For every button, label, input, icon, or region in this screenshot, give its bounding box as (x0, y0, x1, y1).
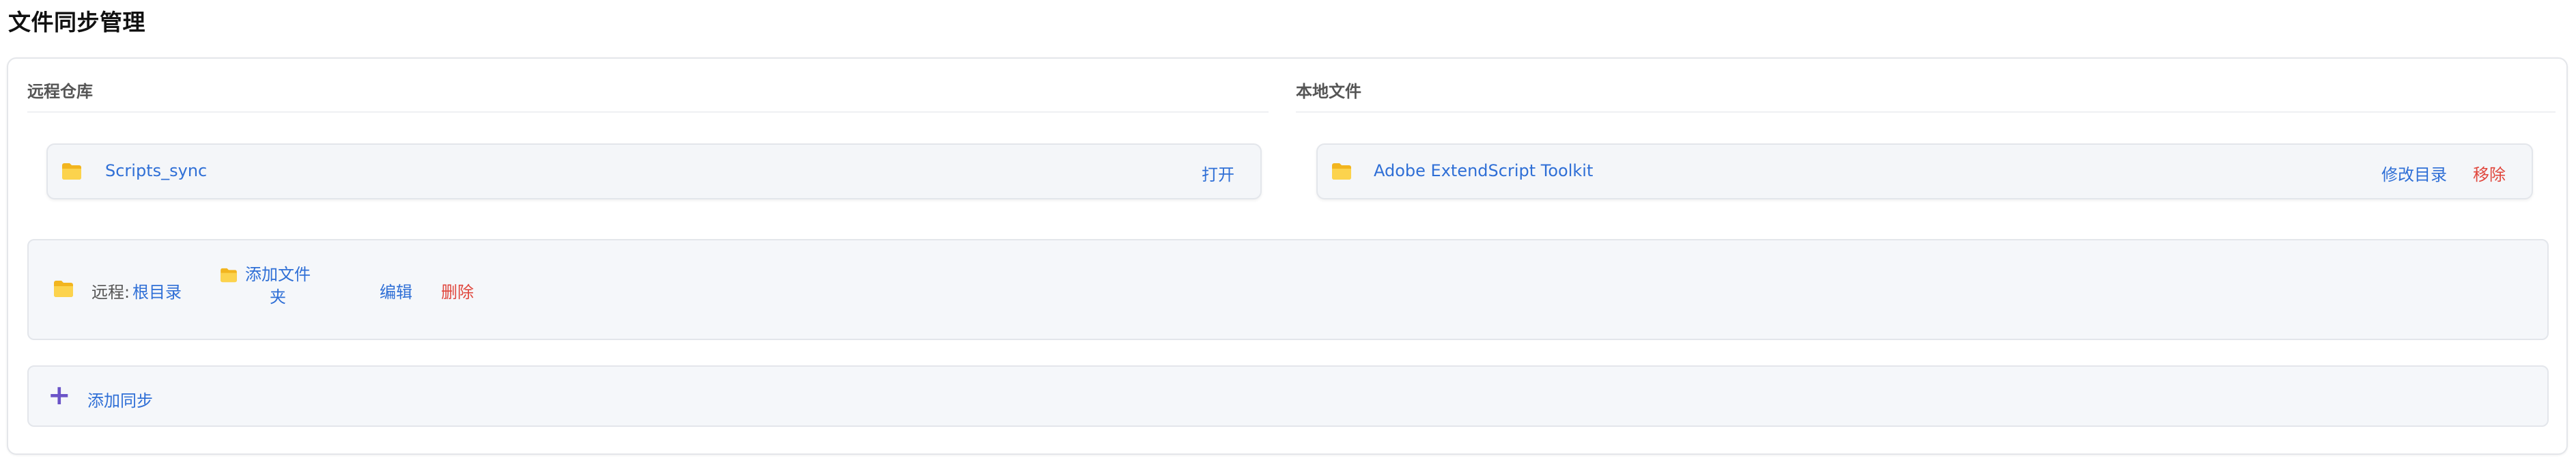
open-button[interactable]: 打开 (1202, 161, 1234, 185)
add-sync-button[interactable]: + 添加同步 (27, 365, 2549, 427)
folder-icon (53, 280, 74, 298)
page-title: 文件同步管理 (8, 9, 145, 36)
remote-path-link[interactable]: 根目录 (132, 279, 182, 303)
sync-panel: 远程仓库 本地文件 Scripts_sync 打开 Adobe ExtendSc… (7, 57, 2568, 455)
remote-prefix-label: 远程: (91, 283, 130, 302)
plus-icon: + (48, 380, 71, 411)
add-folder-button[interactable]: 添加文件夹 (240, 264, 315, 309)
edit-button[interactable]: 编辑 (380, 279, 412, 303)
folder-icon (220, 268, 238, 283)
local-section-header: 本地文件 (1296, 78, 2556, 113)
remove-button[interactable]: 移除 (2473, 161, 2506, 185)
local-folder-card: Adobe ExtendScript Toolkit 修改目录 移除 (1316, 143, 2533, 199)
remote-repo-card: Scripts_sync 打开 (46, 143, 1262, 199)
sync-item-row: 远程: 根目录 添加文件夹 编辑 删除 (27, 239, 2549, 340)
folder-icon (1331, 163, 1352, 180)
edit-directory-button[interactable]: 修改目录 (2381, 161, 2447, 185)
local-folder-name[interactable]: Adobe ExtendScript Toolkit (1374, 161, 1593, 180)
delete-button[interactable]: 删除 (441, 279, 474, 303)
folder-icon (61, 163, 82, 180)
add-sync-label: 添加同步 (87, 391, 153, 410)
remote-section-header: 远程仓库 (27, 78, 1269, 113)
remote-repo-name[interactable]: Scripts_sync (105, 161, 207, 180)
